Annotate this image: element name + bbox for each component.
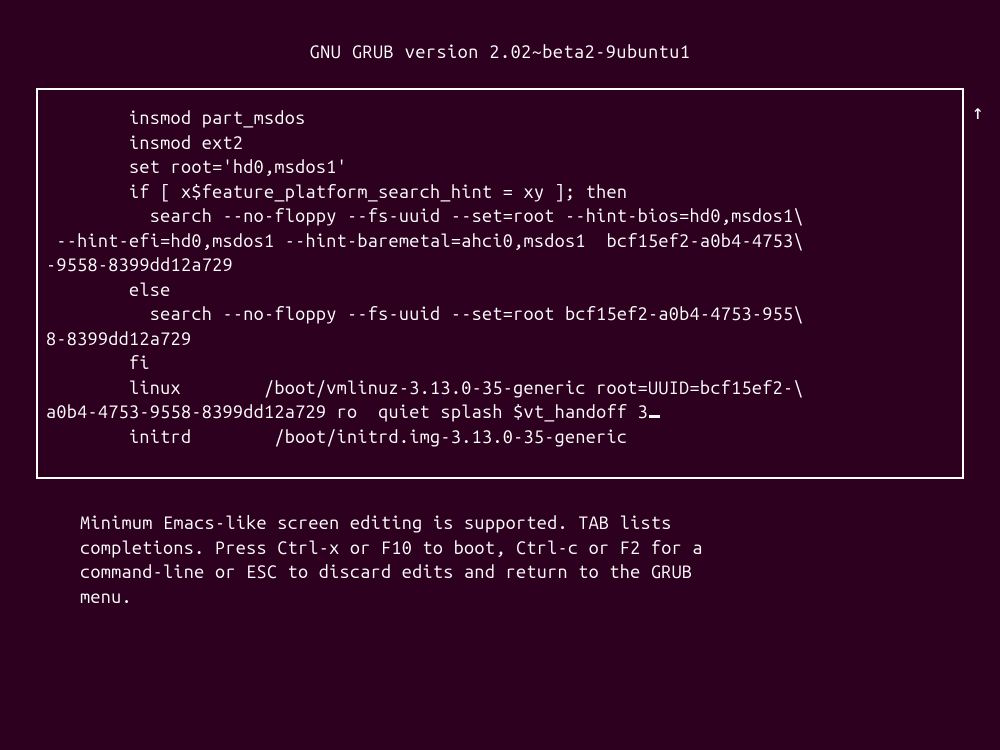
help-text: Minimum Emacs-like screen editing is sup… [80, 511, 920, 609]
editor-line[interactable]: fi [46, 351, 962, 376]
editor-line[interactable]: if [ x$feature_platform_search_hint = xy… [46, 180, 962, 205]
grub-editor[interactable]: insmod part_msdos insmod ext2 set root='… [36, 88, 964, 479]
editor-line[interactable]: set root='hd0,msdos1' [46, 155, 962, 180]
grub-header: GNU GRUB version 2.02~beta2-9ubuntu1 [0, 0, 1000, 88]
editor-line[interactable]: else [46, 278, 962, 303]
grub-title: GNU GRUB version 2.02~beta2-9ubuntu1 [310, 42, 691, 62]
editor-line[interactable]: 8-8399dd12a729 [46, 327, 962, 352]
editor-line[interactable]: -9558-8399dd12a729 [46, 253, 962, 278]
editor-line[interactable]: search --no-floppy --fs-uuid --set=root … [46, 204, 962, 229]
editor-line[interactable]: search --no-floppy --fs-uuid --set=root … [46, 302, 962, 327]
editor-container: insmod part_msdos insmod ext2 set root='… [36, 88, 964, 479]
editor-line[interactable]: linux /boot/vmlinuz-3.13.0-35-generic ro… [46, 376, 962, 401]
scroll-up-icon: ↑ [972, 100, 984, 124]
editor-line[interactable]: --hint-efi=hd0,msdos1 --hint-baremetal=a… [46, 229, 962, 254]
editor-line[interactable]: initrd /boot/initrd.img-3.13.0-35-generi… [46, 425, 962, 450]
editor-line[interactable]: insmod part_msdos [46, 106, 962, 131]
editor-line[interactable]: a0b4-4753-9558-8399dd12a729 ro quiet spl… [46, 400, 962, 425]
text-cursor [649, 415, 660, 418]
editor-line[interactable]: insmod ext2 [46, 131, 962, 156]
